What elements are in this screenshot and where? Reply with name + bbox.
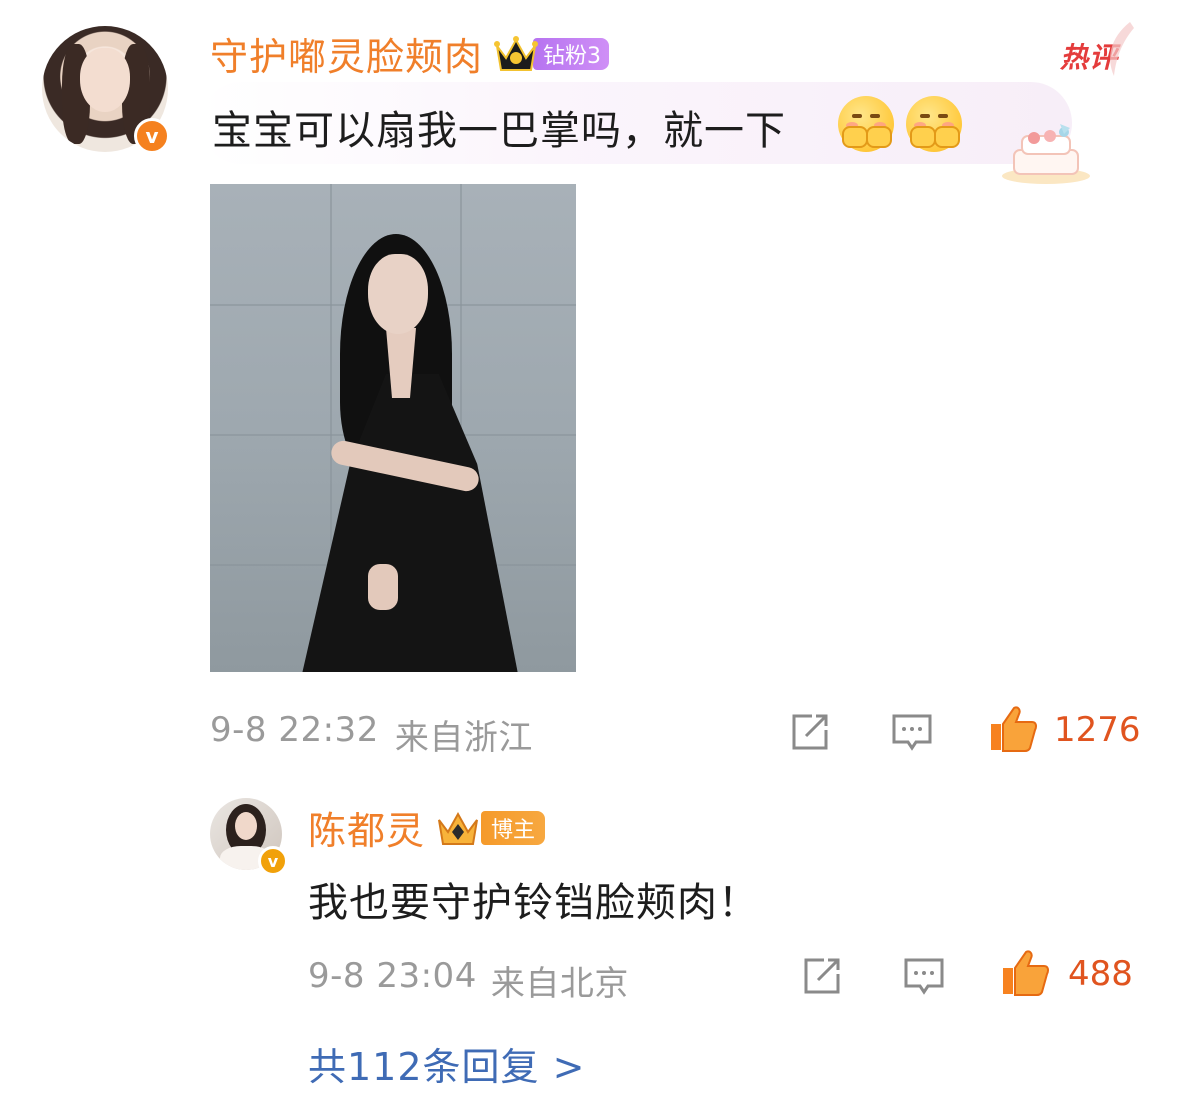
location: 来自浙江 [394, 718, 533, 758]
timestamp: 9-8 23:04 [308, 956, 477, 996]
reply-header: 陈都灵 博主 [308, 800, 546, 855]
fan-level-label: 钻粉3 [533, 37, 610, 70]
shy-blush-emoji [906, 96, 962, 152]
share-icon[interactable] [788, 710, 832, 754]
username[interactable]: 陈都灵 [308, 800, 425, 855]
verified-icon: v [258, 846, 288, 876]
view-more-replies-link[interactable]: 共112条回复 > [308, 1036, 585, 1091]
thumbs-up-icon[interactable] [1000, 948, 1050, 998]
username[interactable]: 守护嘟灵脸颊肉 [210, 26, 483, 81]
comment-image[interactable] [210, 184, 576, 672]
timestamp: 9-8 22:32 [210, 710, 379, 750]
like-count[interactable]: 488 [1068, 954, 1133, 994]
comment-icon[interactable] [902, 954, 946, 998]
cake-decoration-icon [1002, 124, 1090, 184]
location: 来自北京 [490, 964, 629, 1004]
reply-meta: 9-8 23:04 来自北京 [308, 956, 629, 1005]
shy-blush-emoji [838, 96, 894, 152]
verified-icon: v [134, 118, 170, 154]
comment-meta: 9-8 22:32 来自浙江 [210, 710, 533, 759]
reply-text: 我也要守护铃铛脸颊肉！ [308, 880, 759, 926]
like-count[interactable]: 1276 [1054, 710, 1141, 750]
comment-icon[interactable] [890, 710, 934, 754]
crown-icon [435, 808, 481, 848]
thumbs-up-icon[interactable] [988, 704, 1038, 754]
feather-icon [1110, 22, 1134, 76]
comment-text: 宝宝可以扇我一巴掌吗，就一下 [212, 108, 786, 154]
fan-badge[interactable]: 钻粉3 [493, 34, 610, 74]
comment-header: 守护嘟灵脸颊肉 钻粉3 [210, 26, 610, 81]
share-icon[interactable] [800, 954, 844, 998]
crown-icon [493, 34, 539, 74]
blogger-badge: 博主 [481, 810, 546, 845]
